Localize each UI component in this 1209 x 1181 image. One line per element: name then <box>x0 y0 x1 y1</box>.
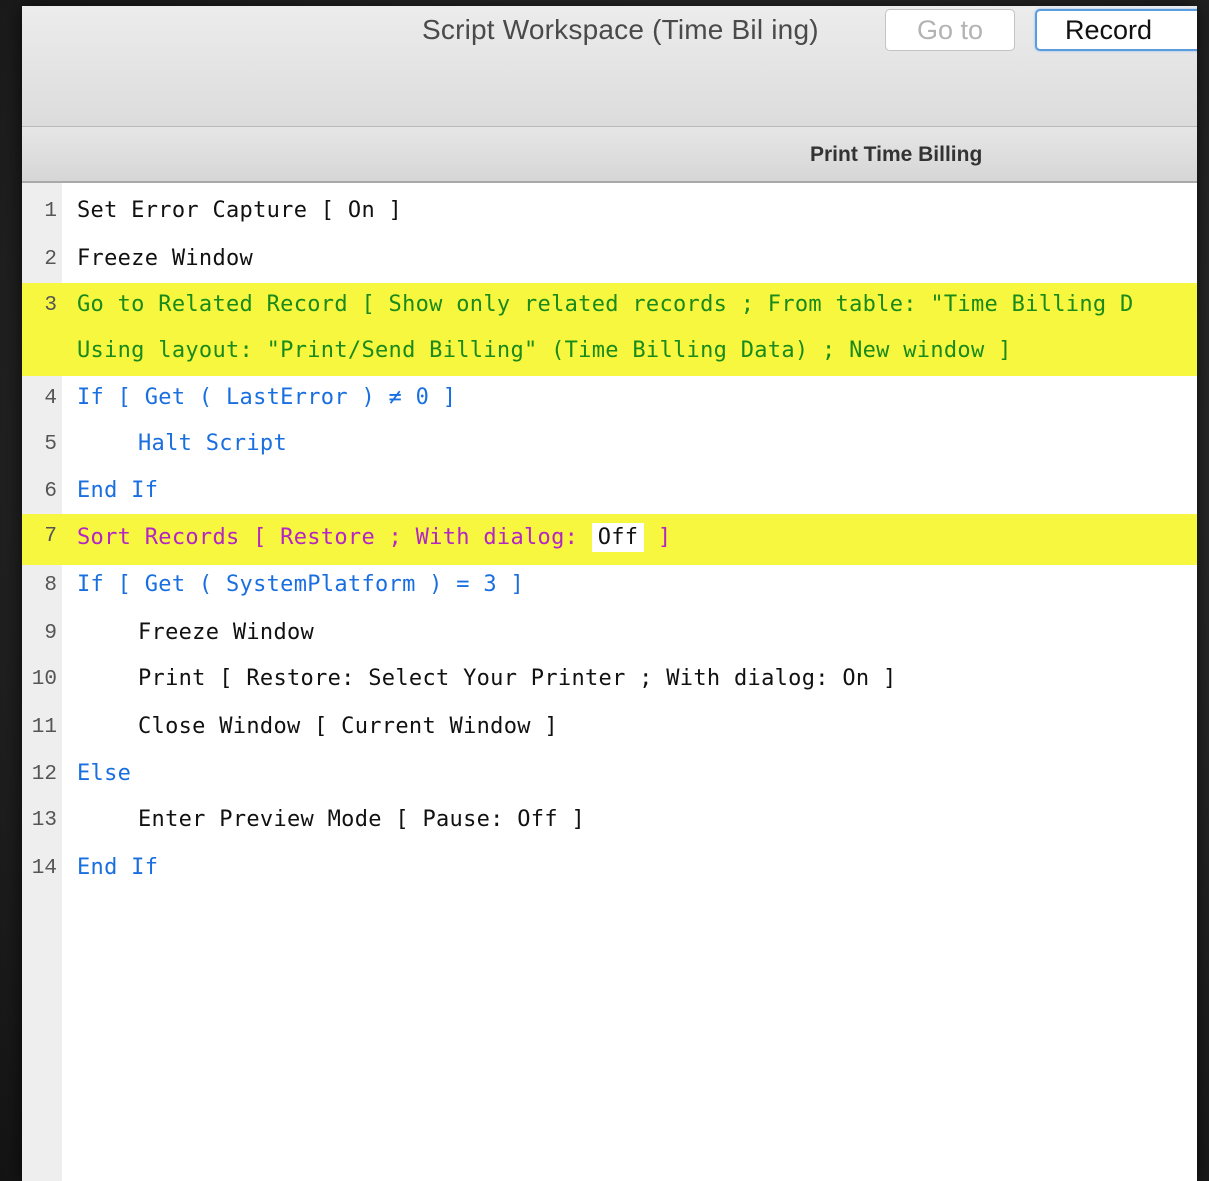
script-step-row[interactable]: 13 Enter Preview Mode [ Pause: Off ] <box>22 798 1197 844</box>
script-step-row[interactable]: 6 End If <box>22 469 1197 515</box>
script-step-row[interactable]: 8 If [ Get ( SystemPlatform ) = 3 ] <box>22 563 1197 609</box>
script-step-row[interactable]: 14 End If <box>22 846 1197 892</box>
dialog-off-option[interactable]: Off <box>591 523 645 552</box>
script-step-row[interactable]: 1 Set Error Capture [ On ] <box>22 189 1197 235</box>
line-number: 7 <box>44 525 57 548</box>
script-step-text: End If <box>77 855 159 880</box>
script-step-row[interactable]: 5 Halt Script <box>22 422 1197 468</box>
script-step-text: If [ Get ( LastError ) ≠ 0 ] <box>77 385 457 410</box>
script-step-row[interactable]: 4 If [ Get ( LastError ) ≠ 0 ] <box>22 376 1197 422</box>
script-step-text: Set Error Capture [ On ] <box>77 198 403 223</box>
script-step-row[interactable]: 11 Close Window [ Current Window ] <box>22 705 1197 751</box>
script-step-row[interactable]: 12 Else <box>22 752 1197 798</box>
script-step-row[interactable]: 10 Print [ Restore: Select Your Printer … <box>22 657 1197 703</box>
script-step-text: Halt Script <box>138 431 287 456</box>
line-number: 2 <box>44 248 57 271</box>
script-editor[interactable]: 1 Set Error Capture [ On ] 2 Freeze Wind… <box>22 183 1197 1181</box>
line-number: 13 <box>31 809 57 832</box>
script-step-text: Close Window [ Current Window ] <box>138 714 558 739</box>
line-number: 6 <box>44 480 57 503</box>
line-number: 3 <box>44 294 57 317</box>
script-step-text: End If <box>77 478 159 503</box>
script-step-text: Else <box>77 761 132 786</box>
script-step-text: Go to Related Record [ Show only related… <box>77 292 1134 317</box>
line-number: 11 <box>31 716 57 739</box>
script-step-row-highlighted[interactable]: 3 Go to Related Record [ Show only relat… <box>22 283 1197 376</box>
tab-print-time-billing[interactable]: Print Time Billing <box>810 143 982 167</box>
script-workspace-window: Script Workspace (Time Bil ing) Go to Re… <box>22 6 1197 1181</box>
title-bar: Script Workspace (Time Bil ing) Go to Re… <box>22 6 1197 127</box>
script-step-text: Print [ Restore: Select Your Printer ; W… <box>138 666 897 691</box>
sort-records-step-close: ] <box>644 525 672 550</box>
window-title: Script Workspace (Time Bil ing) <box>422 14 819 45</box>
sort-records-step-text: Sort Records [ Restore ; With dialog: <box>77 525 592 550</box>
script-step-text: Enter Preview Mode [ Pause: Off ] <box>138 807 585 832</box>
record-button[interactable]: Record <box>1035 9 1197 51</box>
line-number: 14 <box>31 857 57 880</box>
script-step-text: Freeze Window <box>138 620 315 645</box>
line-number: 8 <box>44 574 57 597</box>
script-step-row[interactable]: 9 Freeze Window <box>22 611 1197 657</box>
script-step-text: Freeze Window <box>77 246 254 271</box>
script-step-text: Sort Records [ Restore ; With dialog: Of… <box>77 523 672 552</box>
line-number: 1 <box>44 200 57 223</box>
line-number: 5 <box>44 433 57 456</box>
line-number: 12 <box>31 763 57 786</box>
line-number: 9 <box>44 622 57 645</box>
line-number: 4 <box>44 387 57 410</box>
script-step-row[interactable]: 2 Freeze Window <box>22 237 1197 283</box>
script-tab-bar: Print Time Billing <box>22 127 1197 183</box>
goto-button[interactable]: Go to <box>885 9 1015 51</box>
script-step-text: If [ Get ( SystemPlatform ) = 3 ] <box>77 572 524 597</box>
script-step-continuation-text: Using layout: "Print/Send Billing" (Time… <box>77 338 1012 363</box>
line-number: 10 <box>31 668 57 691</box>
script-step-row-highlighted[interactable]: 7 Sort Records [ Restore ; With dialog: … <box>22 514 1197 565</box>
